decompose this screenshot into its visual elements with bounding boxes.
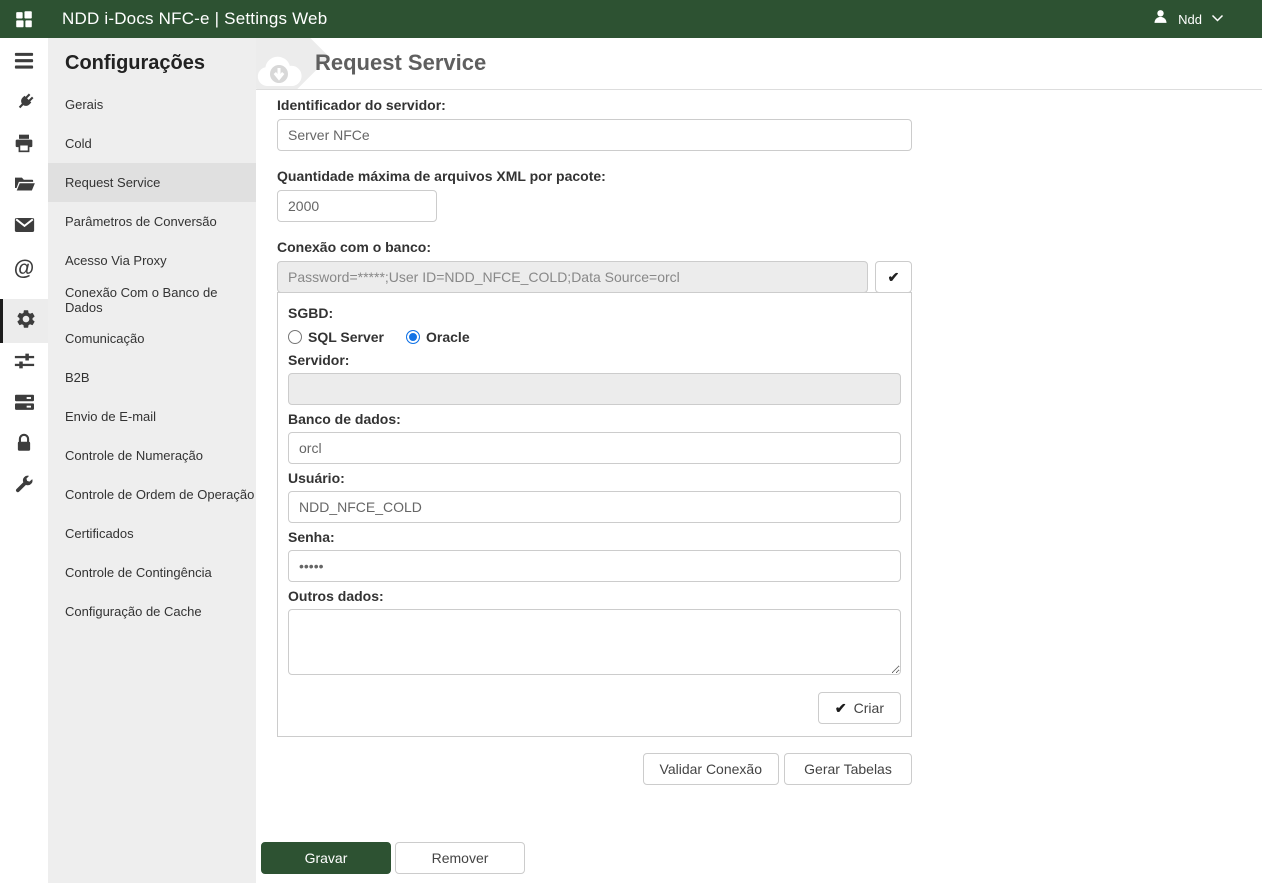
radio-sql-server[interactable]: SQL Server xyxy=(288,329,384,345)
sgbd-radio-group: SQL Server Oracle xyxy=(288,328,901,346)
sidebar-item[interactable]: Envio de E-mail xyxy=(48,397,256,436)
criar-button[interactable]: ✔ Criar xyxy=(818,692,901,724)
servidor-input xyxy=(288,373,901,405)
radio-circle-icon xyxy=(288,330,302,344)
rail-item-printing[interactable] xyxy=(0,125,48,166)
form-actions: Gravar Remover xyxy=(261,842,525,874)
envelope-icon xyxy=(14,216,35,239)
sidebar-item[interactable]: Acesso Via Proxy xyxy=(48,241,256,280)
at-sign-icon: @ xyxy=(14,258,34,279)
rail-item-files[interactable] xyxy=(0,166,48,207)
connection-string-input xyxy=(277,261,868,293)
rail-item-settings[interactable] xyxy=(0,299,48,343)
connection-check-button[interactable]: ✔ xyxy=(875,261,912,293)
folder-open-icon xyxy=(14,175,35,199)
max-xml-label: Quantidade máxima de arquivos XML por pa… xyxy=(277,168,912,184)
menu-icon xyxy=(13,51,35,76)
rail-item-servers[interactable] xyxy=(0,384,48,425)
sgbd-label: SGBD: xyxy=(288,305,901,321)
rail-item-security[interactable] xyxy=(0,425,48,466)
sidebar-item[interactable]: Certificados xyxy=(48,514,256,553)
remover-button[interactable]: Remover xyxy=(395,842,525,874)
radio-label-sql-server: SQL Server xyxy=(308,329,384,345)
sidebar-item[interactable]: Gerais xyxy=(48,85,256,124)
printer-icon xyxy=(14,133,34,158)
sidebar-item[interactable]: Request Service xyxy=(48,163,256,202)
sidebar-item[interactable]: Controle de Contingência xyxy=(48,553,256,592)
lock-icon xyxy=(15,433,33,458)
radio-oracle[interactable]: Oracle xyxy=(406,329,470,345)
gravar-button[interactable]: Gravar xyxy=(261,842,391,874)
app-window: NDD i-Docs NFC-e | Settings Web Ndd xyxy=(0,0,1262,883)
rail-item-tools[interactable] xyxy=(0,466,48,507)
main-content: Request Service Identificador do servido… xyxy=(256,38,1262,883)
settings-sidebar: Configurações GeraisColdRequest ServiceP… xyxy=(48,38,256,883)
rail-item-email-address[interactable]: @ xyxy=(0,248,48,289)
sidebar-item[interactable]: Parâmetros de Conversão xyxy=(48,202,256,241)
criar-row: ✔ Criar xyxy=(288,692,901,724)
plug-icon xyxy=(14,92,35,118)
gear-icon xyxy=(15,308,37,335)
app-title: NDD i-Docs NFC-e | Settings Web xyxy=(62,9,327,29)
outros-dados-label: Outros dados: xyxy=(288,588,901,604)
topbar: NDD i-Docs NFC-e | Settings Web Ndd xyxy=(0,0,1262,38)
server-id-label: Identificador do servidor: xyxy=(277,97,912,113)
sidebar-item[interactable]: Cold xyxy=(48,124,256,163)
cloud-download-icon xyxy=(256,54,304,90)
banco-label: Banco de dados: xyxy=(288,411,901,427)
senha-label: Senha: xyxy=(288,529,901,545)
rail-item-menu[interactable] xyxy=(0,43,48,84)
sidebar-item[interactable]: Conexão Com o Banco de Dados xyxy=(48,280,256,319)
sidebar-item[interactable]: Comunicação xyxy=(48,319,256,358)
server-id-input[interactable] xyxy=(277,119,912,151)
usuario-label: Usuário: xyxy=(288,470,901,486)
sidebar-item[interactable]: B2B xyxy=(48,358,256,397)
senha-input[interactable] xyxy=(288,550,901,582)
rail-item-parameters[interactable] xyxy=(0,343,48,384)
gerar-tabelas-button[interactable]: Gerar Tabelas xyxy=(784,753,912,785)
radio-label-oracle: Oracle xyxy=(426,329,470,345)
outros-dados-textarea[interactable] xyxy=(288,609,901,675)
user-name: Ndd xyxy=(1178,12,1202,27)
sidebar-menu: GeraisColdRequest ServiceParâmetros de C… xyxy=(48,85,256,631)
connection-actions: Validar Conexão Gerar Tabelas xyxy=(277,753,912,785)
rail-item-connections[interactable] xyxy=(0,84,48,125)
check-icon: ✔ xyxy=(835,700,847,717)
usuario-input[interactable] xyxy=(288,491,901,523)
user-icon xyxy=(1152,8,1169,30)
connection-panel: SGBD: SQL Server Oracle Servidor: Banco … xyxy=(277,292,912,737)
radio-circle-icon xyxy=(406,330,420,344)
chevron-down-icon xyxy=(1211,10,1224,28)
check-icon: ✔ xyxy=(888,269,900,285)
banco-input[interactable] xyxy=(288,432,901,464)
sidebar-item[interactable]: Controle de Numeração xyxy=(48,436,256,475)
icon-rail: @ xyxy=(0,38,48,883)
wrench-icon xyxy=(14,474,34,499)
connection-row: ✔ xyxy=(277,261,912,293)
page-header: Request Service xyxy=(256,38,1262,90)
rail-item-mail[interactable] xyxy=(0,207,48,248)
max-xml-input[interactable] xyxy=(277,190,437,222)
page-title: Request Service xyxy=(315,50,486,76)
user-menu[interactable]: Ndd xyxy=(1152,8,1224,30)
sidebar-heading: Configurações xyxy=(48,38,256,75)
connection-label: Conexão com o banco: xyxy=(277,239,912,255)
app-grid-icon[interactable] xyxy=(0,8,48,30)
sliders-icon xyxy=(14,352,35,375)
validar-conexao-button[interactable]: Validar Conexão xyxy=(643,753,779,785)
sidebar-item[interactable]: Configuração de Cache xyxy=(48,592,256,631)
server-icon xyxy=(14,393,35,417)
servidor-label: Servidor: xyxy=(288,352,901,368)
sidebar-item[interactable]: Controle de Ordem de Operação xyxy=(48,475,256,514)
request-service-form: Identificador do servidor: Quantidade má… xyxy=(277,97,912,785)
